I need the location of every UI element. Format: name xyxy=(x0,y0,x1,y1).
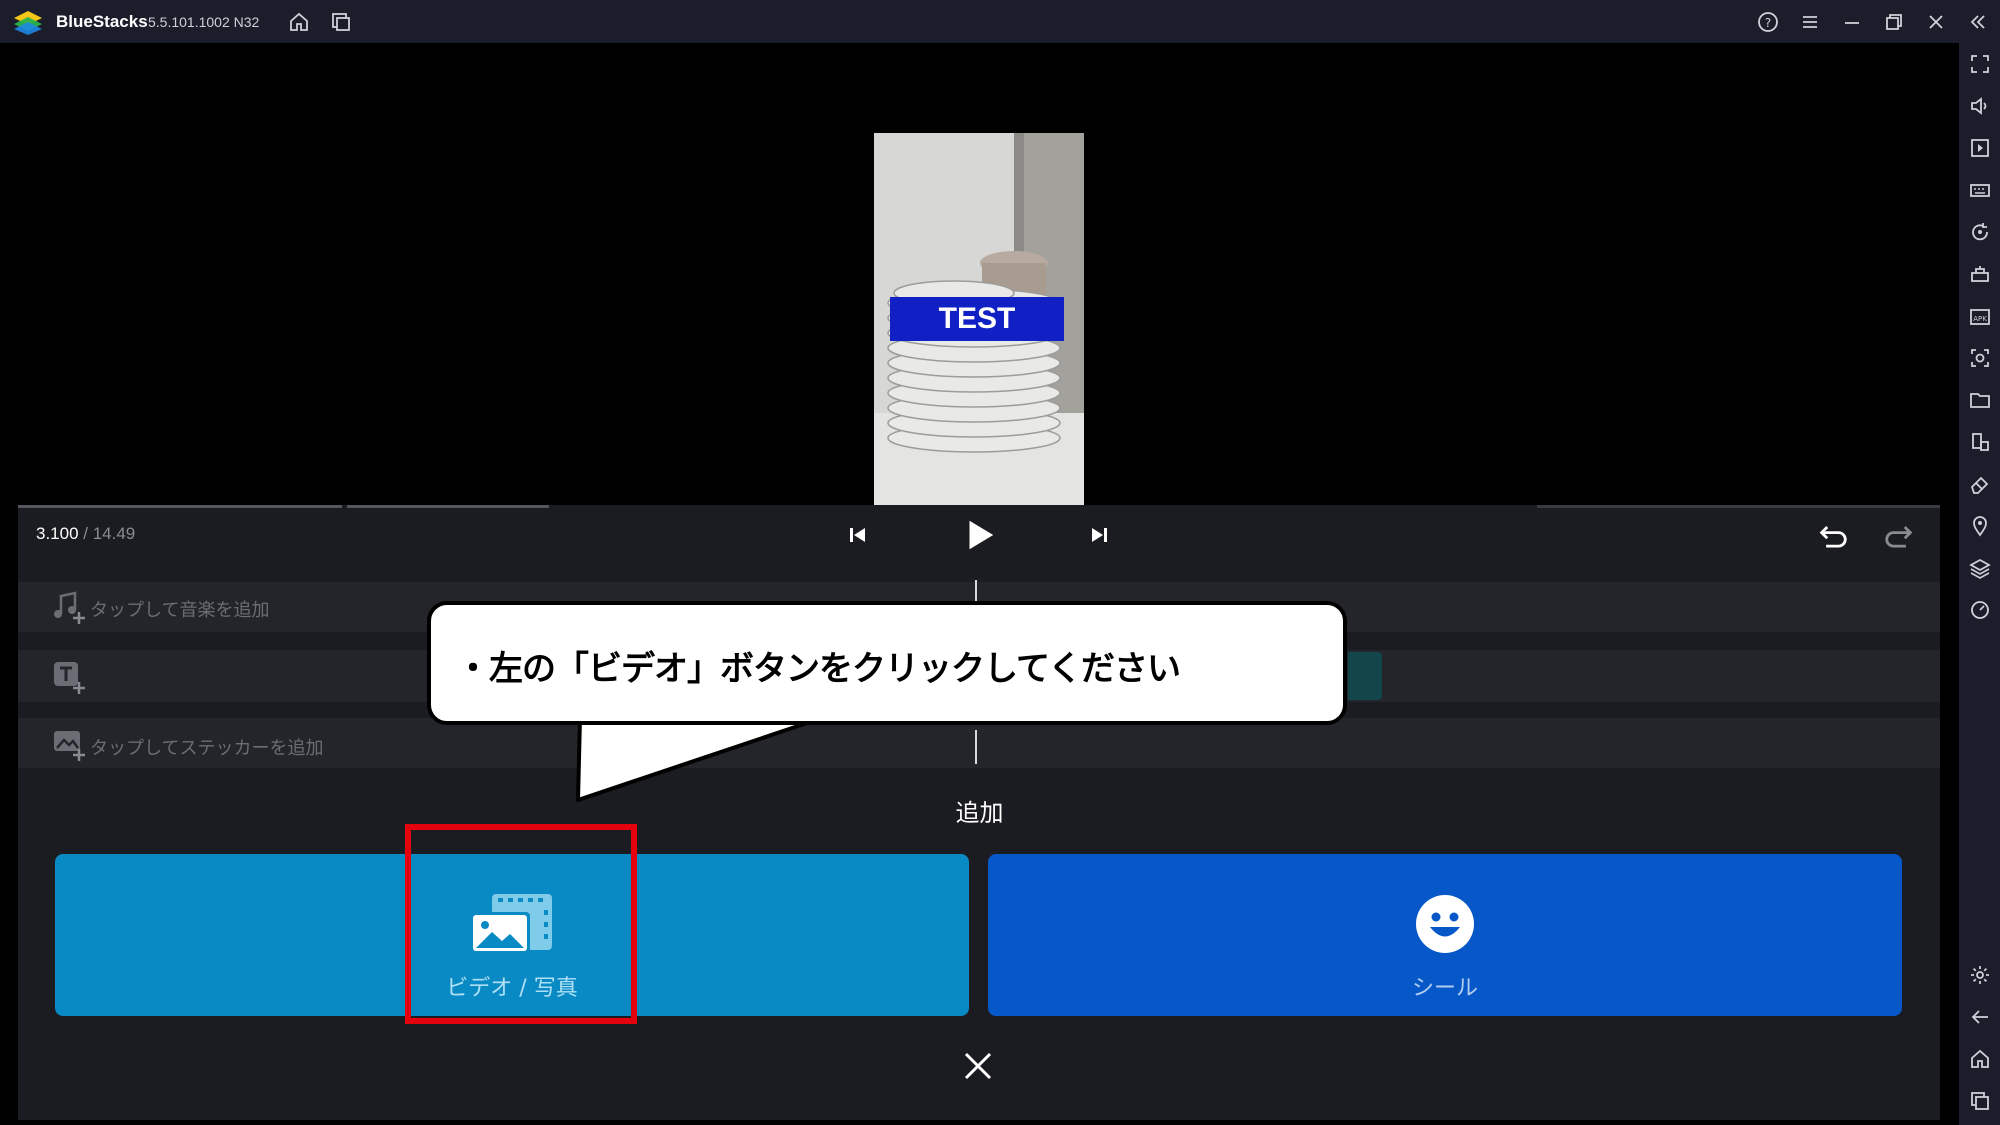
title-bar: BlueStacks 5.5.101.1002 N32 ? xyxy=(0,0,2000,43)
eraser-icon[interactable] xyxy=(1968,472,1992,496)
folder-icon[interactable] xyxy=(1968,388,1992,412)
settings-icon[interactable] xyxy=(1968,963,1992,987)
android-home-icon[interactable] xyxy=(1968,1047,1992,1071)
bluestacks-logo-icon xyxy=(12,9,44,35)
macro-icon[interactable] xyxy=(1968,262,1992,286)
add-music-icon xyxy=(52,590,86,624)
add-sticker-icon xyxy=(52,727,86,761)
back-icon[interactable] xyxy=(1968,1005,1992,1029)
add-text-icon xyxy=(52,660,86,694)
close-window-icon[interactable] xyxy=(1924,10,1948,34)
progress-segment xyxy=(347,505,549,508)
menu-icon[interactable] xyxy=(1798,10,1822,34)
keyboard-icon[interactable] xyxy=(1968,178,1992,202)
recent-apps-icon[interactable] xyxy=(1968,1089,1992,1113)
home-icon[interactable] xyxy=(287,10,311,34)
help-icon[interactable]: ? xyxy=(1756,10,1780,34)
svg-text:APK: APK xyxy=(1973,315,1987,323)
preview-overlay-text: TEST xyxy=(938,302,1016,335)
app-version: 5.5.101.1002 N32 xyxy=(148,14,260,30)
total-time: / 14.49 xyxy=(78,524,136,543)
skip-next-icon[interactable] xyxy=(1084,519,1116,551)
media-player-icon[interactable] xyxy=(1968,136,1992,160)
sticker-label: シール xyxy=(1411,976,1478,1001)
redo-icon[interactable] xyxy=(1880,518,1916,554)
performance-icon[interactable] xyxy=(1968,598,1992,622)
video-preview[interactable]: TEST xyxy=(874,133,1084,505)
highlight-box xyxy=(405,824,637,1024)
restore-icon[interactable] xyxy=(1882,10,1906,34)
fullscreen-icon[interactable] xyxy=(1968,52,1992,76)
progress-segment xyxy=(1537,505,1940,508)
callout-text: ・左の「ビデオ」ボタンをクリックしてください xyxy=(456,649,1181,689)
app-title: BlueStacks xyxy=(56,12,148,31)
close-icon[interactable] xyxy=(960,1048,996,1084)
text-clip[interactable] xyxy=(1348,652,1382,700)
undo-icon[interactable] xyxy=(1816,518,1852,554)
music-track-label: タップして音楽を追加 xyxy=(90,600,270,621)
location-icon[interactable] xyxy=(1968,514,1992,538)
skip-previous-icon[interactable] xyxy=(841,519,873,551)
multi-window-icon[interactable] xyxy=(1968,430,1992,454)
multi-instance-icon[interactable] xyxy=(329,10,353,34)
svg-text:?: ? xyxy=(1765,16,1771,30)
progress-segment xyxy=(18,505,342,508)
minimize-icon[interactable] xyxy=(1840,10,1864,34)
sticker-button[interactable]: シール xyxy=(988,854,1902,1016)
instruction-callout: ・左の「ビデオ」ボタンをクリックしてください xyxy=(427,601,1347,725)
right-sidebar: APK xyxy=(1959,43,2000,1125)
sticker-track-label: タップしてステッカーを追加 xyxy=(90,738,324,759)
apk-icon[interactable]: APK xyxy=(1968,304,1992,328)
layers-icon[interactable] xyxy=(1968,556,1992,580)
time-display: 3.100 / 14.49 xyxy=(36,524,135,544)
smiley-icon xyxy=(1415,894,1475,958)
screenshot-icon[interactable] xyxy=(1968,346,1992,370)
add-panel-title: 追加 xyxy=(955,799,1004,827)
timeline-playhead-lower xyxy=(975,730,977,764)
rotate-icon[interactable] xyxy=(1968,220,1992,244)
collapse-sidebar-icon[interactable] xyxy=(1966,10,1990,34)
play-icon[interactable] xyxy=(960,516,998,554)
volume-icon[interactable] xyxy=(1968,94,1992,118)
current-time: 3.100 xyxy=(36,524,79,543)
